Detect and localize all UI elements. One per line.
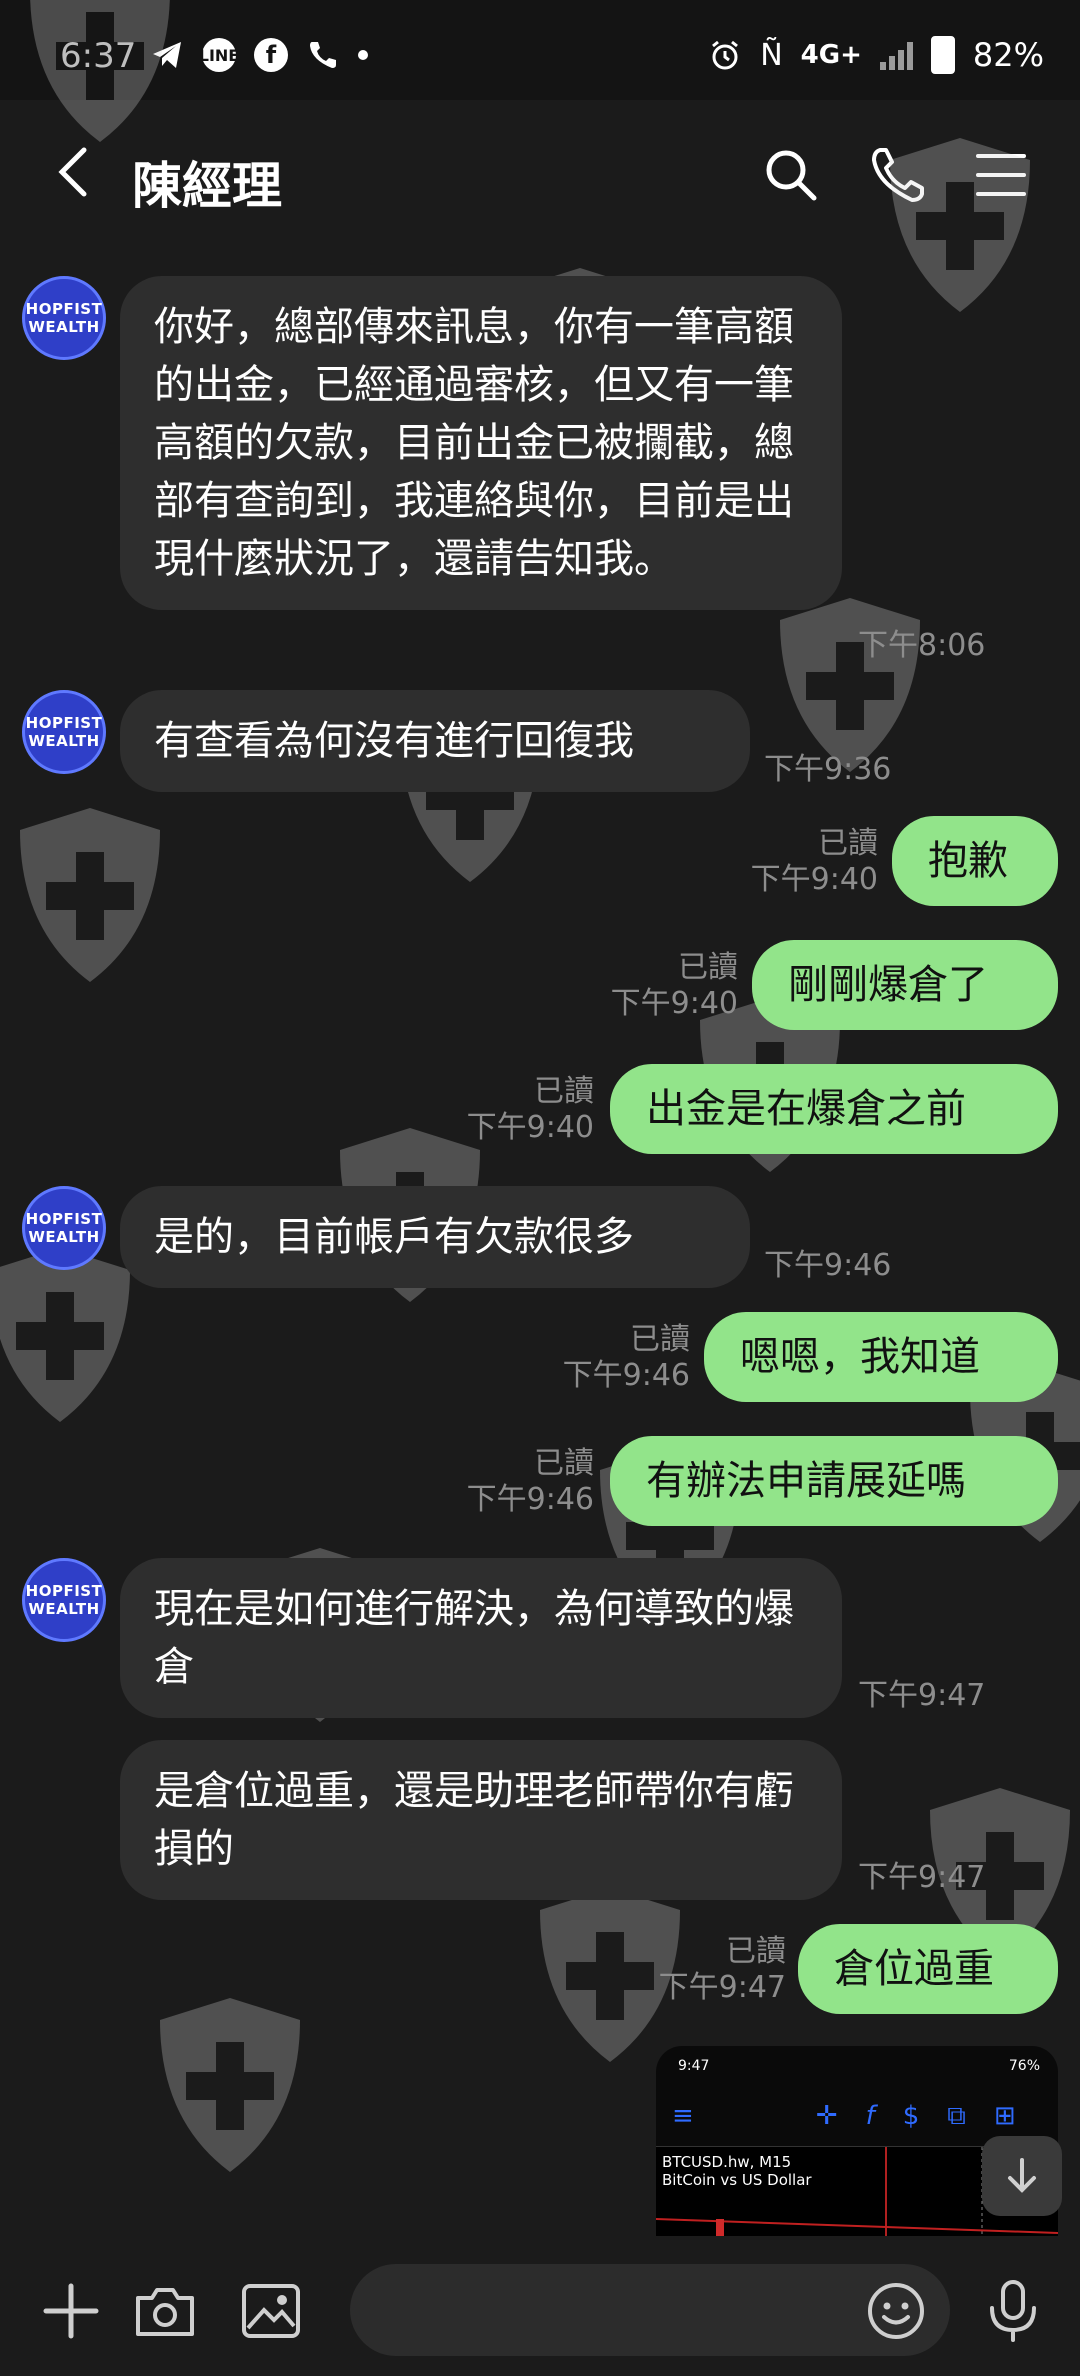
outgoing-message[interactable]: 剛剛爆倉了 [752, 940, 1058, 1030]
contact-avatar[interactable]: HOPFIST WEALTH [22, 1558, 106, 1642]
contact-avatar[interactable]: HOPFIST WEALTH [22, 1186, 106, 1270]
facebook-icon: f [254, 38, 288, 72]
outgoing-message[interactable]: 抱歉 [892, 816, 1058, 906]
battery-icon [930, 36, 955, 74]
system-icons: Ñ 4G+ 82% [708, 36, 1044, 74]
nfc-icon: Ñ [760, 37, 783, 73]
watermark-shield-icon [20, 808, 160, 982]
thumbnail-time: 9:47 [678, 2058, 710, 2074]
message-time: 下午9:47 [858, 1860, 986, 1895]
emoji-icon[interactable] [865, 2280, 927, 2342]
phone-icon[interactable] [866, 142, 932, 208]
avatar-text: HOPFIST WEALTH [25, 1210, 103, 1246]
chat-header: 陳經理 [0, 100, 1080, 250]
signal-icon [879, 40, 913, 70]
message-meta: 已讀 下午9:46 [552, 1322, 690, 1394]
message-time: 下午9:36 [764, 752, 892, 787]
back-arrow-icon[interactable] [46, 142, 106, 202]
camera-icon[interactable] [130, 2276, 200, 2346]
message-time: 下午9:46 [764, 1248, 892, 1283]
message-time: 下午9:40 [466, 1110, 594, 1145]
more-notifications-dot [358, 50, 368, 60]
add-icon[interactable] [36, 2276, 106, 2346]
message-input[interactable] [350, 2264, 950, 2356]
menu-icon[interactable] [968, 142, 1034, 208]
avatar-text: HOPFIST WEALTH [25, 300, 103, 336]
message-meta: 已讀 下午9:46 [456, 1446, 594, 1518]
phone-call-icon [310, 42, 336, 68]
network-type: 4G+ [800, 40, 862, 70]
chat-title: 陳經理 [132, 157, 282, 215]
image-icon[interactable] [236, 2276, 306, 2346]
incoming-message[interactable]: 是倉位過重，還是助理老師帶你有虧損的 [120, 1740, 842, 1900]
alarm-icon [712, 40, 739, 70]
message-time: 下午9:40 [750, 862, 878, 897]
notification-icons: LINE f [150, 38, 368, 72]
incoming-message[interactable]: 現在是如何進行解決，為何導致的爆倉 [120, 1558, 842, 1718]
contact-avatar[interactable]: HOPFIST WEALTH [22, 276, 106, 360]
thumbnail-status-bar: 9:47 76% [656, 2046, 1058, 2086]
thumbnail-function-icon: f [865, 2101, 875, 2131]
telegram-icon [153, 42, 181, 68]
scroll-to-bottom-button[interactable] [982, 2136, 1062, 2216]
line-icon: LINE [199, 38, 239, 72]
incoming-message[interactable]: 是的，目前帳戶有欠款很多 [120, 1186, 750, 1288]
watermark-shield-icon [160, 1998, 300, 2172]
message-time: 下午9:47 [658, 1970, 786, 2005]
avatar-text: HOPFIST WEALTH [25, 1582, 103, 1618]
thumbnail-battery: 76% [1008, 2058, 1040, 2074]
read-receipt: 已讀 [726, 1934, 786, 1969]
outgoing-message[interactable]: 有辦法申請展延嗎 [610, 1436, 1058, 1526]
status-time: 6:37 [60, 36, 137, 76]
outgoing-message[interactable]: 嗯嗯，我知道 [704, 1312, 1058, 1402]
microphone-icon[interactable] [978, 2276, 1048, 2346]
outgoing-message[interactable]: 出金是在爆倉之前 [610, 1064, 1058, 1154]
status-bar: 6:37 LINE f Ñ 4G+ 82% [0, 0, 1080, 100]
message-time: 下午9:47 [858, 1678, 986, 1713]
read-receipt: 已讀 [818, 826, 878, 861]
battery-level: 82% [972, 36, 1044, 74]
composer-bar [0, 2236, 1080, 2376]
thumbnail-crosshair-icon: ✛ [815, 2101, 838, 2131]
contact-avatar[interactable]: HOPFIST WEALTH [22, 690, 106, 774]
message-meta: 已讀 下午9:40 [740, 826, 878, 898]
message-meta: 已讀 下午9:47 [648, 1934, 786, 2006]
read-receipt: 已讀 [534, 1074, 594, 1109]
message-time: 下午9:40 [610, 986, 738, 1021]
message-meta: 已讀 下午9:40 [600, 950, 738, 1022]
avatar-text: HOPFIST WEALTH [25, 714, 103, 750]
read-receipt: 已讀 [630, 1322, 690, 1357]
message-meta: 已讀 下午9:40 [456, 1074, 594, 1146]
message-time: 下午9:46 [562, 1358, 690, 1393]
incoming-message[interactable]: 你好，總部傳來訊息，你有一筆高額的出金，已經通過審核，但又有一筆高額的欠款，目前… [120, 276, 842, 610]
incoming-message[interactable]: 有查看為何沒有進行回復我 [120, 690, 750, 792]
read-receipt: 已讀 [534, 1446, 594, 1481]
read-receipt: 已讀 [678, 950, 738, 985]
search-icon[interactable] [758, 142, 824, 208]
arrow-down-icon [1008, 2158, 1036, 2193]
message-time: 下午8:06 [858, 628, 986, 663]
outgoing-message[interactable]: 倉位過重 [798, 1924, 1058, 2014]
thumbnail-menu-icon: ≡ [672, 2101, 694, 2131]
message-time: 下午9:46 [466, 1482, 594, 1517]
thumbnail-add-icon: ⊞ [993, 2101, 1016, 2131]
thumbnail-windows-icon: ⧉ [947, 2100, 966, 2131]
thumbnail-dollar-icon: $ [902, 2101, 920, 2131]
